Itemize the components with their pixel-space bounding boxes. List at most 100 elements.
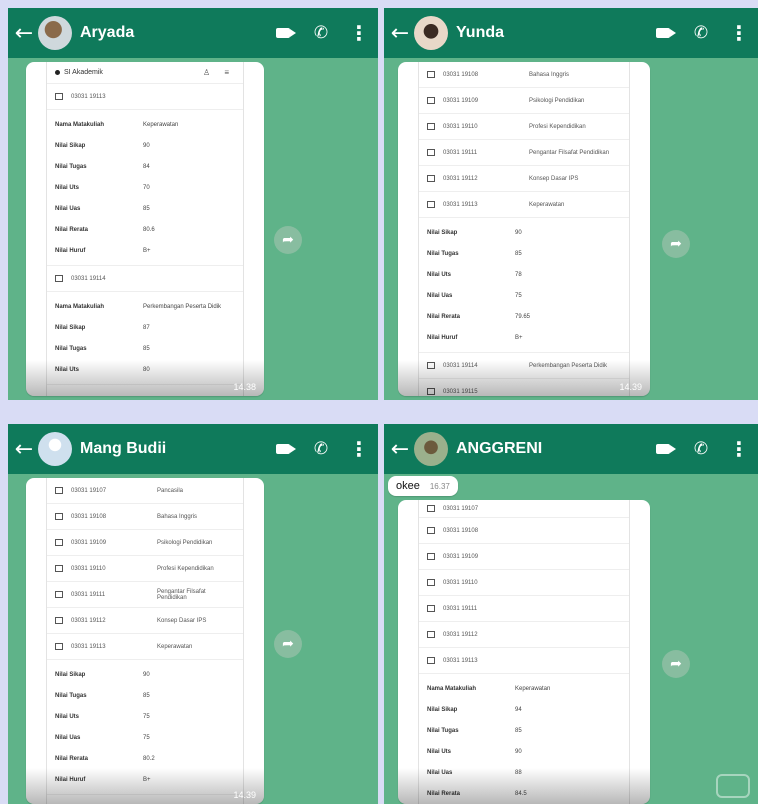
table-icon bbox=[427, 149, 435, 156]
grade-row: Nilai Rerata 80.6 bbox=[47, 219, 243, 240]
menu-button[interactable]: ⋮ bbox=[340, 424, 378, 474]
grade-row: Nilai Uas 75 bbox=[47, 727, 243, 748]
text-message[interactable]: okee 16.37 bbox=[388, 476, 458, 496]
grade-label: Nilai Uas bbox=[427, 292, 453, 299]
grade-label: Nilai Sikap bbox=[427, 706, 458, 713]
back-arrow-icon[interactable]: ← bbox=[388, 21, 412, 46]
forward-button[interactable]: ➦ bbox=[662, 230, 690, 258]
table-icon bbox=[427, 71, 435, 78]
course-row: 03031 19107 bbox=[419, 500, 629, 518]
course-title: Psikologi Pendidikan bbox=[157, 539, 213, 546]
sticker-thumbnail[interactable] bbox=[716, 774, 750, 798]
course-row: 03031 19110 bbox=[419, 570, 629, 596]
contact-avatar[interactable] bbox=[38, 16, 72, 50]
grade-value: Perkembangan Peserta Didik bbox=[143, 303, 222, 310]
menu-button[interactable]: ⋮ bbox=[720, 424, 758, 474]
table-icon bbox=[427, 527, 435, 534]
voice-call-button[interactable]: ✆ bbox=[302, 8, 340, 58]
grade-row: Nilai Uts 78 bbox=[419, 264, 629, 285]
voice-call-button[interactable]: ✆ bbox=[302, 424, 340, 474]
course-code: 03031 19111 bbox=[443, 605, 478, 612]
course-title: Pancasila bbox=[157, 487, 184, 494]
video-call-button[interactable] bbox=[644, 424, 682, 474]
course-code: 03031 19108 bbox=[443, 71, 479, 78]
image-message[interactable]: 03031 19108 Bahasa Inggris 03031 19109 Psi… bbox=[398, 62, 650, 396]
grade-row: Nilai Rerata 84.5 bbox=[419, 783, 629, 804]
course-title: Keperawatan bbox=[157, 643, 193, 650]
grade-table: Nama Matakuliah Keperawatan Nilai Sikap 90… bbox=[47, 110, 243, 266]
grade-table: Nilai Sikap 90 Nilai Tugas 85 Nilai Uts 75 … bbox=[47, 660, 243, 795]
voice-call-button[interactable]: ✆ bbox=[682, 8, 720, 58]
contact-avatar[interactable] bbox=[414, 16, 448, 50]
back-arrow-icon[interactable]: ← bbox=[388, 437, 412, 462]
video-call-button[interactable] bbox=[264, 424, 302, 474]
back-arrow-icon[interactable]: ← bbox=[12, 21, 36, 46]
grade-row: Nilai Tugas 84 bbox=[47, 156, 243, 177]
si-akademik-header: SI Akademik ♙ ≡ bbox=[47, 62, 243, 84]
grade-value: 75 bbox=[515, 292, 522, 299]
course-code: 03031 19113 bbox=[71, 643, 106, 650]
course-code: 03031 19111 bbox=[443, 149, 478, 156]
grade-row: Nilai Huruf B+ bbox=[47, 769, 243, 790]
back-arrow-icon[interactable]: ← bbox=[12, 437, 36, 462]
menu-button[interactable]: ⋮ bbox=[340, 8, 378, 58]
course-row: 03031 19113 Keperawatan bbox=[419, 192, 629, 218]
course-code: 03031 19111 bbox=[71, 591, 106, 598]
voice-call-button[interactable]: ✆ bbox=[682, 424, 720, 474]
phone-icon: ✆ bbox=[313, 23, 329, 43]
academic-screenshot: SI Akademik ♙ ≡ 03031 19113 Nama Matakul… bbox=[46, 62, 244, 396]
forward-button[interactable]: ➦ bbox=[662, 650, 690, 678]
video-call-button[interactable] bbox=[644, 8, 682, 58]
contact-name[interactable]: ANGGRENI bbox=[456, 440, 644, 458]
course-code: 03031 19108 bbox=[71, 513, 107, 520]
course-row: 03031 19108 bbox=[419, 518, 629, 544]
grade-label: Nilai Sikap bbox=[55, 142, 86, 149]
forward-button[interactable]: ➦ bbox=[274, 226, 302, 254]
course-row: 03031 19111 bbox=[419, 596, 629, 622]
course-row: 03031 19113 bbox=[419, 648, 629, 674]
forward-icon: ➦ bbox=[282, 636, 294, 652]
forward-icon: ➦ bbox=[670, 236, 682, 252]
course-code: 03031 19108 bbox=[443, 527, 479, 534]
more-vert-icon: ⋮ bbox=[349, 437, 369, 461]
image-message[interactable]: SI Akademik ♙ ≡ 03031 19113 Nama Matakul… bbox=[26, 62, 264, 396]
contact-avatar[interactable] bbox=[38, 432, 72, 466]
grade-label: Nilai Tugas bbox=[427, 727, 459, 734]
grade-row: Nilai Huruf B+ bbox=[419, 327, 629, 348]
grade-label: Nilai Uts bbox=[55, 713, 80, 720]
message-time: 14.39 bbox=[233, 790, 256, 800]
course-code: 03031 19113 bbox=[71, 93, 106, 100]
grade-row: Nilai Uts 70 bbox=[47, 177, 243, 198]
table-icon bbox=[427, 605, 435, 612]
grade-value: B+ bbox=[515, 334, 523, 341]
video-camera-icon bbox=[276, 28, 296, 38]
menu-button[interactable]: ⋮ bbox=[720, 8, 758, 58]
grade-row: Nilai Tugas 85 bbox=[419, 243, 629, 264]
course-title: Konsep Dasar IPS bbox=[157, 617, 207, 624]
course-title: Konsep Dasar IPS bbox=[529, 175, 579, 182]
table-icon bbox=[55, 513, 63, 520]
grade-table: Nilai Sikap 90 Nilai Tugas 85 Nilai Uts 78 … bbox=[419, 218, 629, 353]
academic-screenshot: 03031 19107 Pancasila 03031 19108 Bahasa I… bbox=[46, 478, 244, 804]
course-code: 03031 19112 bbox=[443, 175, 478, 182]
grade-label: Nilai Rerata bbox=[55, 755, 89, 762]
contact-name[interactable]: Aryada bbox=[80, 24, 264, 42]
course-row: 03031 19115 bbox=[419, 379, 629, 396]
contact-avatar[interactable] bbox=[414, 432, 448, 466]
course-row: 03031 19110 Profesi Kependidikan bbox=[47, 556, 243, 582]
table-icon bbox=[427, 362, 435, 369]
image-message[interactable]: 03031 19107 Pancasila 03031 19108 Bahasa I… bbox=[26, 478, 264, 804]
image-message[interactable]: 03031 19107 03031 19108 03031 19109 0303… bbox=[398, 500, 650, 804]
grade-row: Nilai Rerata 80.2 bbox=[47, 748, 243, 769]
course-row: 03031 19107 Pancasila bbox=[47, 478, 243, 504]
contact-name[interactable]: Yunda bbox=[456, 24, 644, 42]
course-row: 03031 19113 bbox=[47, 84, 243, 110]
table-icon bbox=[55, 487, 63, 494]
video-call-button[interactable] bbox=[264, 8, 302, 58]
app-logo-icon bbox=[55, 70, 60, 75]
grade-value: 80 bbox=[143, 366, 150, 373]
table-icon bbox=[427, 388, 435, 395]
forward-button[interactable]: ➦ bbox=[274, 630, 302, 658]
grade-row: Nilai Sikap 94 bbox=[419, 699, 629, 720]
contact-name[interactable]: Mang Budii bbox=[80, 440, 264, 458]
